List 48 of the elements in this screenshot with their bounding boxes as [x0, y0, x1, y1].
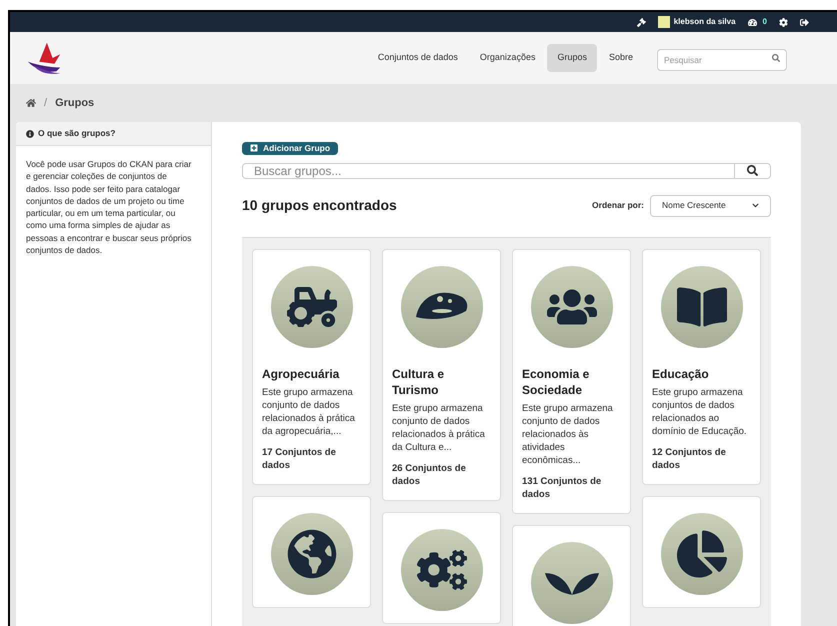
- group-card[interactable]: Economia e Sociedade Este grupo armazena conjunto de dados relacionados às atividades econômicas... 131 Conjuntos de dados: [512, 248, 631, 514]
- group-card[interactable]: Educação Este grupo armazena conjuntos de dados relacionados ao domínio de Educação. 12 Conjuntos de dados: [642, 248, 761, 485]
- group-title[interactable]: Agropecuária: [262, 366, 361, 382]
- group-description: Este grupo armazena conjunto de dados relacionados à prática da agropecuária,...: [262, 386, 356, 438]
- dataset-count: 131 Conjuntos de dados: [522, 474, 602, 501]
- result-count: 10 grupos encontrados: [242, 196, 397, 216]
- search-button[interactable]: [735, 162, 771, 179]
- nav-link[interactable]: Organizações: [470, 44, 546, 72]
- plus-icon: [250, 144, 258, 152]
- group-description: Este grupo armazena conjuntos de dados relacionados ao domínio de Educação.: [652, 386, 748, 438]
- group-title[interactable]: Economia e Sociedade: [522, 366, 621, 398]
- chevron-down-icon: [752, 202, 759, 210]
- gavel-icon[interactable]: [636, 18, 646, 26]
- group-description: Este grupo armazena conjunto de dados relacionados à prática da Cultura e...: [392, 402, 486, 454]
- search-icon[interactable]: [772, 54, 780, 62]
- group-title[interactable]: Educação: [652, 366, 751, 382]
- group-description: Este grupo armazena conjunto de dados relacionados às atividades econômicas...: [522, 402, 614, 467]
- dataset-count: 17 Conjuntos de dados: [262, 446, 337, 472]
- breadcrumb-separator: /: [44, 96, 48, 111]
- nav-link[interactable]: Grupos: [547, 44, 597, 72]
- dashboard-count: 0: [762, 16, 767, 28]
- sort-label: Ordenar por:: [592, 199, 644, 212]
- breadcrumb-current[interactable]: Grupos: [55, 94, 94, 112]
- info-icon: [26, 130, 34, 138]
- add-group-button[interactable]: Adicionar Grupo: [242, 142, 338, 155]
- group-card[interactable]: [642, 496, 761, 608]
- home-icon[interactable]: [26, 98, 36, 108]
- dashboard-icon[interactable]: [748, 18, 757, 26]
- sidebar-text: Você pode usar Grupos do CKAN para criar e gerenciar coleções de conjuntos de dados. Isso pode ser feito para catalogar conjuntos de dados de um projeto ou time particular, ou em um tema particular, ou como uma forma simples de ajudar as pessoas a encontrar e buscar seus próprios conjuntos de dados.: [25, 158, 192, 256]
- search-icon: [747, 165, 758, 176]
- group-title[interactable]: Cultura e Turismo: [392, 366, 491, 398]
- dataset-count: 26 Conjuntos de dados: [392, 462, 467, 488]
- group-card[interactable]: [512, 524, 631, 626]
- avatar-icon[interactable]: [658, 16, 670, 28]
- group-card[interactable]: Cultura e Turismo Este grupo armazena conjunto de dados relacionados à prática da Cultura e... 26 Conjuntos de dados: [382, 248, 501, 501]
- user-name-link[interactable]: klebson da silva: [674, 16, 736, 28]
- group-card[interactable]: [382, 512, 501, 624]
- sort-select[interactable]: Nome Crescente: [650, 194, 771, 217]
- sidebar-heading: O que são grupos?: [16, 122, 211, 146]
- settings-icon[interactable]: [779, 18, 788, 26]
- group-card[interactable]: [252, 496, 371, 608]
- group-card[interactable]: Agropecuária Este grupo armazena conjunto de dados relacionados à prática da agropecuária,... 17 Conjuntos de dados: [252, 248, 371, 485]
- dataset-count: 12 Conjuntos de dados: [652, 446, 727, 472]
- header-search-field[interactable]: Pesquisar: [657, 49, 787, 71]
- logout-icon[interactable]: [800, 18, 809, 26]
- nav-link[interactable]: Sobre: [598, 44, 643, 72]
- group-search-field[interactable]: Buscar grupos...: [242, 162, 735, 179]
- nav-link[interactable]: Conjuntos de dados: [368, 44, 468, 72]
